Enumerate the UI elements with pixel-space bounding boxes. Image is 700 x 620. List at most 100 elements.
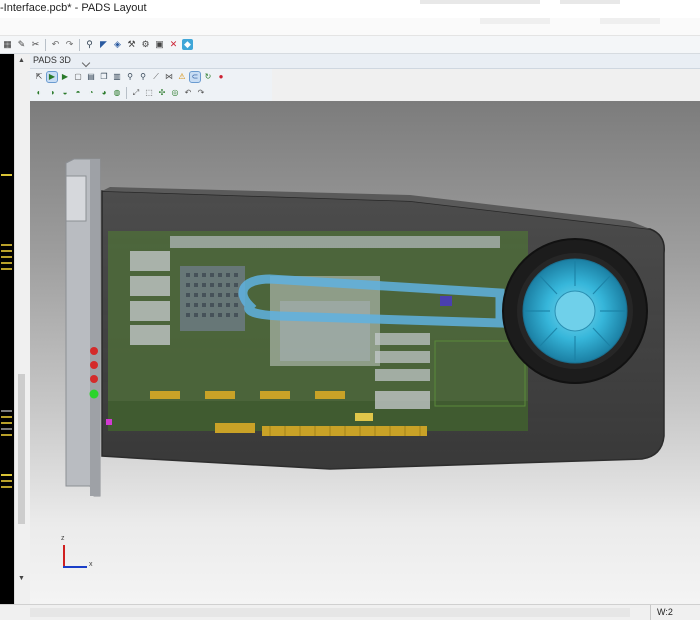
hide-icon[interactable]: ◎ bbox=[170, 88, 180, 98]
title-bar-control[interactable] bbox=[560, 0, 620, 4]
window-title: -Interface.pcb* - PADS Layout bbox=[0, 2, 147, 14]
layout-trace-mark bbox=[1, 428, 12, 430]
cut-icon[interactable]: ✂ bbox=[30, 39, 41, 50]
layout-trace-mark bbox=[1, 174, 12, 176]
fit-icon[interactable]: ⤢ bbox=[131, 88, 141, 98]
grid-icon[interactable]: ▦ bbox=[2, 39, 13, 50]
layout-trace-mark bbox=[1, 480, 12, 482]
layout-trace-mark bbox=[1, 434, 12, 436]
board-3d-icon[interactable]: ◆ bbox=[182, 39, 193, 50]
toolbar-separator bbox=[45, 38, 46, 51]
z-axis-line bbox=[63, 545, 65, 567]
toolbar-separator bbox=[79, 38, 80, 51]
scroll-down-icon[interactable]: ▼ bbox=[17, 574, 26, 584]
view-right-icon[interactable]: ◓ bbox=[73, 88, 83, 98]
layout-trace-mark bbox=[1, 416, 12, 418]
layout-canvas-strip[interactable] bbox=[0, 54, 14, 608]
vrm-block bbox=[375, 369, 430, 381]
redo-icon[interactable]: ↷ bbox=[64, 39, 75, 50]
horizontal-scrollbar[interactable] bbox=[30, 608, 630, 617]
zoom-area-icon[interactable]: ⚲ bbox=[138, 72, 148, 82]
component-block bbox=[130, 251, 170, 271]
status-cell: W:2 bbox=[650, 605, 700, 620]
component-block bbox=[130, 325, 170, 345]
tool-icon[interactable]: ⚒ bbox=[126, 39, 137, 50]
pencil-icon[interactable]: ✎ bbox=[16, 39, 27, 50]
connector-pad bbox=[315, 391, 345, 399]
scroll-up-icon[interactable]: ▲ bbox=[17, 56, 26, 66]
save-icon[interactable]: ▤ bbox=[86, 72, 96, 82]
view-back-icon[interactable]: ◑ bbox=[47, 88, 57, 98]
warning-icon[interactable]: ⚠ bbox=[177, 72, 187, 82]
measure-icon[interactable]: ⟋ bbox=[151, 72, 161, 82]
view-icon[interactable]: ▣ bbox=[154, 39, 165, 50]
z-axis-label: z bbox=[61, 535, 65, 542]
close-icon[interactable]: ✕ bbox=[168, 39, 179, 50]
component-block bbox=[130, 276, 170, 296]
status-bar: W:2 bbox=[0, 604, 700, 620]
split-icon[interactable]: ⋈ bbox=[164, 72, 174, 82]
layout-trace-mark bbox=[1, 486, 12, 488]
vrm-block bbox=[375, 351, 430, 363]
main-toolbar: ▦ ✎ ✂ ↶ ↷ ⚲ ◤ ◈ ⚒ ⚙ ▣ ✕ ◆ bbox=[0, 36, 700, 54]
toolbar-separator bbox=[126, 87, 127, 99]
rotate-icon[interactable]: ↻ bbox=[203, 72, 213, 82]
layout-trace-mark bbox=[1, 268, 12, 270]
layout-trace-mark bbox=[1, 256, 12, 258]
ribbon-strip bbox=[0, 18, 700, 36]
zoom-icon[interactable]: ⚲ bbox=[84, 39, 95, 50]
play-icon[interactable]: ▶ bbox=[46, 71, 58, 83]
box-icon[interactable]: ▢ bbox=[73, 72, 83, 82]
redo-view-icon[interactable]: ↷ bbox=[196, 88, 206, 98]
3d-viewport[interactable]: z x bbox=[30, 101, 700, 604]
view-top-icon[interactable]: ◔ bbox=[86, 88, 96, 98]
route-icon[interactable]: ◤ bbox=[98, 39, 109, 50]
play-next-icon[interactable]: ▶ bbox=[60, 72, 70, 82]
pads-3d-panel-header: PADS 3D bbox=[30, 54, 700, 69]
settings-icon[interactable]: ⚙ bbox=[140, 39, 151, 50]
layout-trace-mark bbox=[1, 474, 12, 476]
view-bottom-icon[interactable]: ◕ bbox=[99, 88, 109, 98]
connector-pad bbox=[260, 391, 290, 399]
scrollbar-thumb[interactable] bbox=[18, 374, 25, 524]
mounting-bracket bbox=[65, 158, 101, 497]
memory-grid bbox=[280, 301, 370, 361]
select-icon[interactable]: ⇱ bbox=[34, 72, 44, 82]
connector-pad bbox=[205, 391, 235, 399]
heatsink-fins bbox=[170, 236, 500, 248]
title-bar: -Interface.pcb* - PADS Layout bbox=[0, 0, 700, 18]
vrm-block bbox=[375, 333, 430, 345]
pads-layout-window: -Interface.pcb* - PADS Layout ▦ ✎ ✂ ↶ ↷ … bbox=[0, 0, 700, 620]
frame-icon[interactable]: ⬚ bbox=[144, 88, 154, 98]
undo-icon[interactable]: ↶ bbox=[50, 39, 61, 50]
ribbon-control[interactable] bbox=[600, 18, 660, 24]
view-left-icon[interactable]: ◒ bbox=[60, 88, 70, 98]
copy-icon[interactable]: ❐ bbox=[99, 72, 109, 82]
stop-icon[interactable]: ● bbox=[216, 72, 226, 82]
pcb-board bbox=[108, 231, 528, 431]
vertical-scrollbar[interactable]: ▲ ▼ bbox=[14, 54, 28, 608]
connector-pad bbox=[150, 391, 180, 399]
x-axis-label: x bbox=[89, 561, 93, 568]
blower-fan bbox=[502, 238, 648, 384]
title-bar-control[interactable] bbox=[420, 0, 540, 4]
connector-pad bbox=[355, 413, 373, 421]
chip-marker bbox=[440, 296, 452, 306]
view-iso-icon[interactable]: ◍ bbox=[112, 88, 122, 98]
layout-trace-mark bbox=[1, 250, 12, 252]
layout-trace-mark bbox=[1, 262, 12, 264]
print-icon[interactable]: ▥ bbox=[112, 72, 122, 82]
axis-triad: z x bbox=[60, 535, 100, 579]
pads-3d-toolbar-row-2: ◐ ◑ ◒ ◓ ◔ ◕ ◍ ⤢ ⬚ ✣ ◎ ↶ ↷ bbox=[30, 85, 272, 101]
layer-icon[interactable]: ◈ bbox=[112, 39, 123, 50]
ribbon-control[interactable] bbox=[480, 18, 550, 24]
view-front-icon[interactable]: ◐ bbox=[34, 88, 44, 98]
snap-icon[interactable]: ✣ bbox=[157, 88, 167, 98]
undo-view-icon[interactable]: ↶ bbox=[183, 88, 193, 98]
graphics-card-model bbox=[65, 158, 665, 497]
zoom-fit-icon[interactable]: ⚲ bbox=[125, 72, 135, 82]
magnet-icon[interactable]: ⊂ bbox=[189, 71, 201, 83]
x-axis-line bbox=[63, 566, 87, 568]
layout-trace-mark bbox=[1, 410, 12, 412]
layout-trace-mark bbox=[1, 422, 12, 424]
